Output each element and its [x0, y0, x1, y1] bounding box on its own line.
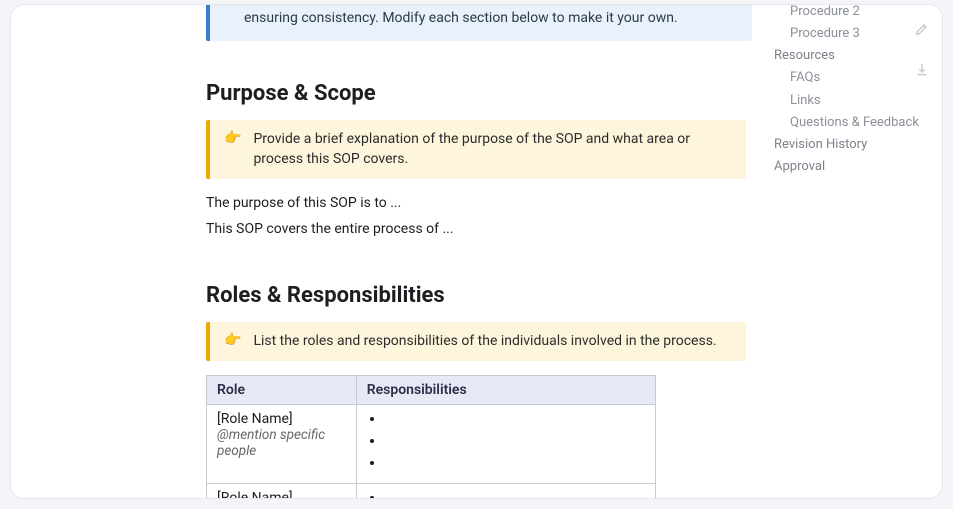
role-cell[interactable]: [Role Name] @mention specific people [207, 405, 357, 484]
responsibilities-cell[interactable] [356, 405, 655, 484]
download-icon[interactable] [914, 62, 930, 85]
role-cell[interactable]: [Role Name] @mention specific people [207, 484, 357, 498]
roles-tip-text: List the roles and responsibilities of t… [253, 332, 716, 352]
role-name-placeholder: [Role Name] [217, 490, 346, 498]
responsibilities-list [367, 490, 645, 498]
document-frame: Procedure (SOP). This Doc will help with… [10, 4, 943, 499]
table-row[interactable]: [Role Name] @mention specific people [207, 484, 656, 498]
list-item[interactable] [385, 455, 645, 477]
intro-callout-text: Procedure (SOP). This Doc will help with… [244, 5, 721, 26]
point-right-icon: 👉 [224, 130, 241, 169]
document-body: Procedure (SOP). This Doc will help with… [206, 5, 752, 498]
role-name-placeholder: [Role Name] [217, 411, 346, 427]
col-role: Role [207, 376, 357, 405]
table-row[interactable]: [Role Name] @mention specific people [207, 405, 656, 484]
outline-item[interactable]: Links [774, 90, 936, 112]
purpose-line-1[interactable]: The purpose of this SOP is to ... [206, 193, 752, 215]
intro-callout: Procedure (SOP). This Doc will help with… [206, 5, 752, 41]
mention-placeholder: @mention specific people [217, 427, 325, 459]
responsibilities-cell[interactable] [356, 484, 655, 498]
purpose-tip-text: Provide a brief explanation of the purpo… [253, 130, 732, 169]
roles-heading: Roles & Responsibilities [206, 283, 752, 308]
purpose-heading: Purpose & Scope [206, 81, 752, 106]
list-item[interactable] [385, 411, 645, 433]
outline-sidebar: Procedure 2Procedure 3ResourcesFAQsLinks… [774, 7, 936, 178]
responsibilities-list [367, 411, 645, 477]
point-right-icon: 👉 [224, 332, 241, 352]
roles-table: Role Responsibilities [Role Name] @menti… [206, 375, 656, 498]
outline-item[interactable]: Procedure 2 [774, 4, 936, 23]
outline-item[interactable]: FAQs [774, 67, 936, 89]
outline-item[interactable]: Procedure 3 [774, 23, 936, 45]
edit-icon[interactable] [914, 21, 930, 44]
purpose-tip-callout: 👉 Provide a brief explanation of the pur… [206, 120, 746, 179]
document-content: Procedure (SOP). This Doc will help with… [11, 5, 772, 498]
outline-item[interactable]: Resources [774, 45, 936, 67]
list-item[interactable] [385, 433, 645, 455]
col-responsibilities: Responsibilities [356, 376, 655, 405]
roles-tip-callout: 👉 List the roles and responsibilities of… [206, 322, 746, 362]
table-header-row: Role Responsibilities [207, 376, 656, 405]
outline-item[interactable]: Approval [774, 156, 936, 178]
outline-item[interactable]: Questions & Feedback [774, 112, 936, 134]
outline-item[interactable]: Revision History [774, 134, 936, 156]
purpose-line-2[interactable]: This SOP covers the entire process of ..… [206, 219, 752, 241]
outline-list: Procedure 2Procedure 3ResourcesFAQsLinks… [774, 4, 936, 178]
sidebar-action-icons [914, 21, 930, 85]
list-item[interactable] [385, 490, 645, 498]
